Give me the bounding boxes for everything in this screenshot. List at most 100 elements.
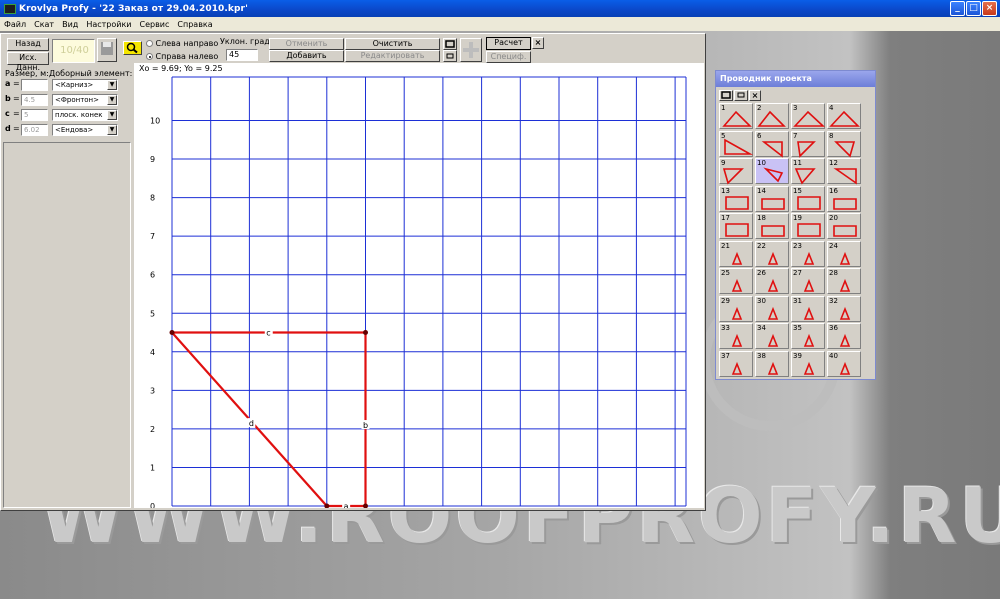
param-value-input[interactable] (21, 79, 48, 91)
shape-template[interactable]: 19 (791, 213, 825, 239)
roof-shape-icon (767, 306, 779, 320)
chevron-down-icon[interactable]: ▼ (107, 125, 117, 135)
y-tick-label: 10 (150, 117, 160, 126)
param-value-input[interactable]: 6.02 (21, 124, 48, 136)
explorer-close-button[interactable]: × (749, 90, 761, 101)
shape-template[interactable]: 29 (719, 295, 753, 322)
menu-service[interactable]: Сервис (136, 20, 174, 29)
shape-template[interactable]: 38 (755, 350, 789, 377)
shape-template[interactable]: 22 (755, 240, 789, 267)
shape-template[interactable]: 37 (719, 350, 753, 377)
shape-template[interactable]: 26 (755, 268, 789, 294)
shape-template[interactable]: 17 (719, 213, 753, 239)
radio-label: Справа налево (155, 52, 219, 61)
plus-icon (463, 42, 479, 58)
clear-button[interactable]: Очистить (345, 38, 440, 50)
roof-shape-icon (829, 110, 860, 127)
shape-template[interactable]: 20 (827, 213, 861, 239)
param-key-label: a (5, 79, 11, 88)
explorer-title: Проводник проекта (716, 71, 875, 87)
shape-template[interactable]: 18 (755, 213, 789, 239)
edit-button[interactable]: Редактировать (345, 50, 440, 62)
save-button[interactable] (97, 38, 117, 62)
shape-template[interactable]: 7 (791, 130, 825, 158)
spec-button[interactable]: Специф. (486, 51, 531, 63)
explorer-restore-button[interactable] (719, 90, 733, 101)
menu-slope[interactable]: Скат (30, 20, 58, 29)
cancel-cuts-button[interactable]: Отменить вырезы (269, 38, 344, 58)
source-data-button[interactable]: Исх. Данн. (7, 52, 49, 72)
menu-help[interactable]: Справка (173, 20, 216, 29)
close-panel-button[interactable]: × (532, 37, 544, 49)
minimize-button[interactable]: _ (950, 1, 965, 16)
shape-template[interactable]: 24 (827, 240, 861, 267)
shape-template[interactable]: 2 (755, 103, 789, 129)
shape-template[interactable]: 35 (791, 323, 825, 349)
shape-template[interactable]: 5 (719, 130, 754, 157)
element-select[interactable]: <Карниз> ▼ (52, 79, 118, 91)
slope-input[interactable]: 45 (226, 49, 258, 61)
shape-template[interactable]: 15 (791, 185, 825, 212)
menu-file[interactable]: Файл (0, 20, 30, 29)
param-value-input[interactable]: 4.5 (21, 94, 48, 106)
roof-shape-icon (839, 278, 851, 292)
search-button[interactable] (123, 41, 142, 55)
shape-template[interactable]: 34 (755, 323, 789, 349)
shape-template[interactable]: 40 (827, 350, 861, 377)
restore-view-button[interactable] (443, 38, 457, 50)
y-tick-label: 4 (150, 348, 155, 357)
shape-template[interactable]: 33 (719, 323, 753, 349)
chevron-down-icon[interactable]: ▼ (107, 110, 117, 120)
shape-template[interactable]: 36 (827, 323, 861, 349)
roof-shape-icon (833, 197, 857, 210)
element-select[interactable]: <Фронтон> ▼ (52, 94, 118, 106)
element-select-value: плоск. конек (55, 111, 103, 119)
drawing-area[interactable]: Xo = 9.69; Yo = 9.25 0123456789101112130… (134, 63, 704, 508)
shape-template[interactable]: 21 (719, 240, 753, 267)
shape-template[interactable]: 13 (719, 185, 753, 212)
radio-right-to-left[interactable]: Справа налево (146, 52, 218, 61)
shape-template[interactable]: 10 (755, 158, 789, 184)
add-cuts-button[interactable]: Добавить вырезы (269, 50, 344, 70)
roof-shape-icon (833, 168, 857, 185)
shape-template[interactable]: 4 (827, 103, 861, 129)
small-view-button[interactable] (443, 50, 457, 62)
shape-template[interactable]: 31 (791, 295, 825, 322)
close-button[interactable]: × (982, 1, 997, 16)
vertex-point (169, 330, 175, 336)
param-value-input[interactable]: 5 (21, 109, 48, 121)
chevron-down-icon[interactable]: ▼ (107, 95, 117, 105)
shape-template[interactable]: 32 (827, 295, 861, 322)
shape-template[interactable]: 30 (755, 295, 789, 322)
roof-shape-icon (839, 361, 851, 375)
element-select[interactable]: <Ендова> ▼ (52, 124, 118, 136)
shape-template[interactable]: 12 (827, 158, 861, 185)
add-button[interactable] (460, 38, 482, 62)
roof-shape-icon (767, 361, 779, 375)
chart-plot[interactable]: 012345678910111213012345678910cbad (134, 63, 704, 508)
shape-template[interactable]: 11 (791, 158, 825, 185)
chevron-down-icon[interactable]: ▼ (107, 80, 117, 90)
back-button[interactable]: Назад (7, 38, 49, 51)
shape-template[interactable]: 8 (827, 130, 861, 158)
shape-template[interactable]: 28 (827, 268, 861, 294)
maximize-button[interactable]: □ (966, 1, 981, 16)
radio-left-to-right[interactable]: Слева направо (146, 39, 218, 48)
menu-settings[interactable]: Настройки (82, 20, 135, 29)
menu-view[interactable]: Вид (58, 20, 82, 29)
element-select[interactable]: плоск. конек ▼ (52, 109, 118, 121)
shape-template[interactable]: 1 (719, 103, 753, 129)
roof-shape-icon (793, 110, 826, 127)
shape-template[interactable]: 25 (719, 268, 753, 294)
shape-template[interactable]: 27 (791, 268, 825, 294)
calc-button[interactable]: Расчет (486, 37, 531, 50)
explorer-small-button[interactable] (734, 90, 748, 101)
size-label: Размер, м: (5, 69, 49, 78)
shape-template[interactable]: 6 (755, 130, 789, 158)
shape-template[interactable]: 16 (827, 185, 861, 212)
shape-template[interactable]: 14 (755, 185, 789, 212)
shape-template[interactable]: 9 (719, 158, 753, 185)
shape-template[interactable]: 39 (791, 350, 825, 377)
shape-template[interactable]: 23 (791, 240, 825, 267)
shape-template[interactable]: 3 (791, 103, 826, 129)
